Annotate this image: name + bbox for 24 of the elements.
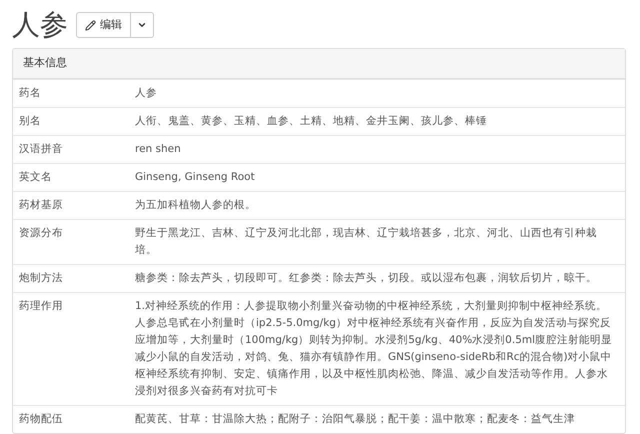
row-label: 药材基原 bbox=[18, 198, 64, 213]
row-label: 炮制方法 bbox=[18, 271, 64, 286]
row-label: 英文名 bbox=[18, 170, 53, 185]
row-label: 汉语拼音 bbox=[18, 142, 64, 157]
row-label: 资源分布 bbox=[18, 226, 64, 241]
row-value: 糖参类：除去芦头，切段即可。红参类：除去芦头，切段。或以湿布包裹，润软后切片，晾干。 bbox=[135, 271, 598, 286]
row-value: 1.对神经系统的作用：人参提取物小剂量兴奋动物的中枢神经系统，大剂量则抑制中枢神经系统。人参总皂甙在小剂量时（ip2.5-5.0mg/kg）对中枢神经系统有兴奋作用，反应为自发活动与探究反应增加等，大剂量时（100mg/kg）则转为抑制。水浸剂5g/kg、40%水浸剂0.5ml腹腔注射能明显减少小鼠的自发活动，对鸽、兔、猫亦有镇静作用。GNS(ginseno-sideRb和Rc的混合物)对小鼠中枢神经系统有抑制、安定、镇痛作用，以及中枢性肌肉松弛、降温、减少自发活动等作用。人参水浸剂对很多兴奋药有对抗可卡 bbox=[135, 299, 614, 399]
row-value: 人衔、鬼盖、黄参、玉精、血参、土精、地精、金井玉阑、孩儿参、棒锤 bbox=[135, 114, 488, 129]
row-value: 配黄芪、甘草：甘温除大热；配附子：治阳气暴脱；配干姜：温中散寒；配麦冬：益气生津 bbox=[135, 412, 576, 427]
row-label: 药物配伍 bbox=[18, 412, 64, 427]
row-label: 药理作用 bbox=[18, 299, 64, 314]
panel-heading: 基本信息 bbox=[13, 49, 625, 79]
row-value: 野生于黑龙江、吉林、辽宁及河北北部，现吉林、辽宁栽培甚多，北京、河北、山西也有引种栽培。 bbox=[135, 226, 598, 258]
row-value: Ginseng, Ginseng Root bbox=[135, 170, 256, 185]
row-label: 药名 bbox=[18, 86, 42, 101]
row-label: 别名 bbox=[18, 114, 42, 129]
pencil-icon bbox=[85, 20, 96, 30]
row-value: 人参 bbox=[135, 86, 158, 101]
page-title: 人参 bbox=[12, 11, 68, 39]
caret-icon bbox=[137, 20, 147, 30]
row-value: 为五加科植物人参的根。 bbox=[135, 198, 257, 213]
edit-button[interactable]: 编辑 bbox=[76, 12, 131, 38]
row-value: ren shen bbox=[135, 142, 182, 157]
dropdown-toggle[interactable] bbox=[131, 12, 154, 38]
